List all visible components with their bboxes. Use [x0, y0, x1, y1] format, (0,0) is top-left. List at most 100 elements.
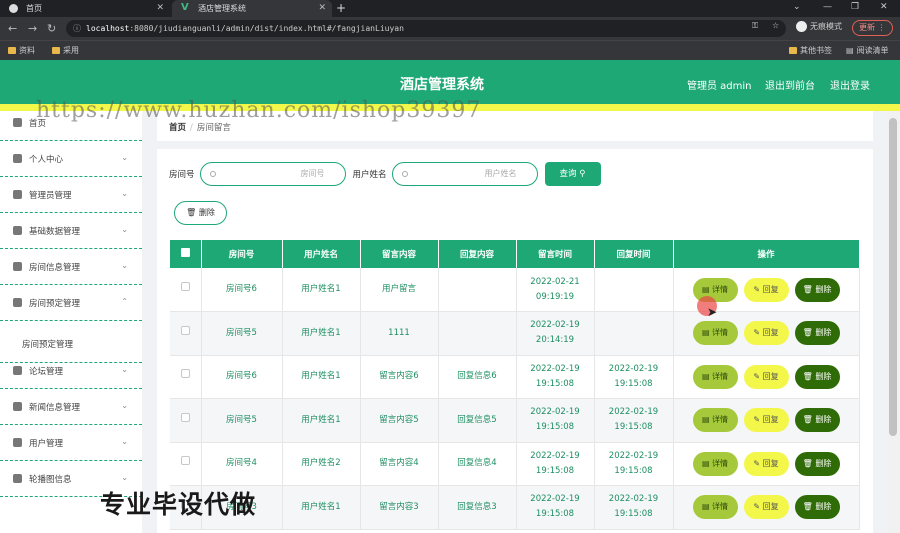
restore-icon[interactable]: ❐ — [851, 2, 859, 12]
delete-button[interactable]: 🗑 删除 — [794, 495, 840, 520]
delete-button[interactable]: 🗑 删除 — [794, 364, 840, 389]
detail-button[interactable]: ▤ 详情 — [692, 408, 738, 433]
detail-label: 详情 — [712, 502, 729, 512]
row-select-cell[interactable] — [170, 355, 202, 399]
column-header: 回复内容 — [438, 240, 517, 268]
trash-icon: 🗑 — [802, 415, 813, 425]
edit-icon: ✎ — [753, 328, 761, 338]
row-select-cell[interactable] — [170, 311, 202, 356]
sidebar-item-users[interactable]: 用户管理 ⌄ — [0, 425, 142, 461]
row-select-cell[interactable] — [170, 398, 202, 443]
delete-label: 删除 — [815, 502, 832, 512]
back-icon[interactable]: ← — [8, 22, 17, 35]
actions-cell: ▤ 详情 ✎ 回复 🗑 删除 — [673, 398, 860, 443]
key-icon[interactable]: ⚿ — [752, 21, 758, 31]
detail-label: 详情 — [712, 415, 729, 425]
new-tab-icon[interactable]: + — [336, 1, 346, 15]
user-search-input[interactable]: 用户姓名 — [391, 162, 538, 186]
url-watermark: https://www.huzhan.com/ishop39397 — [36, 98, 482, 123]
forward-icon[interactable]: → — [28, 22, 37, 35]
table-row: 房间号5 用户姓名1 留言内容5 回复信息5 2022-02-19 19:15:08 20… — [170, 398, 860, 443]
sidebar-item-reservations[interactable]: 房间预定管理 ⌃ — [0, 285, 142, 321]
close-icon[interactable]: ✕ — [156, 3, 164, 13]
edit-icon: ✎ — [753, 415, 761, 425]
query-button[interactable]: 查询 ⚲ — [544, 162, 601, 186]
url-input[interactable]: ⓘ localhost:8080/jiudianguanli/admin/dis… — [66, 20, 786, 37]
reload-icon[interactable]: ↻ — [47, 22, 56, 35]
window-close-icon[interactable]: ✕ — [880, 2, 888, 12]
location-icon — [13, 298, 22, 307]
row-checkbox[interactable] — [180, 456, 190, 466]
scrollbar-thumb[interactable] — [889, 118, 897, 436]
reply-button[interactable]: ✎ 回复 — [743, 408, 789, 433]
minimize-icon[interactable]: — — [823, 2, 832, 12]
row-checkbox[interactable] — [180, 369, 190, 379]
admin-label: 管理员 admin — [687, 81, 752, 92]
browser-tab-home[interactable]: 首页 ✕ — [0, 0, 170, 17]
delete-label: 删除 — [815, 458, 832, 468]
sidebar-item-basic-data[interactable]: 基础数据管理 ⌄ — [0, 213, 142, 249]
delete-button[interactable]: 🗑 删除 — [794, 408, 840, 433]
message-cell: 留言内容5 — [360, 398, 439, 443]
room-search-input[interactable]: 房间号 — [199, 162, 346, 186]
detail-button[interactable]: ▤ 详情 — [692, 451, 738, 476]
row-select-cell[interactable] — [170, 442, 202, 486]
room-cell: 房间号6 — [201, 355, 283, 399]
edit-icon: ✎ — [753, 502, 761, 512]
detail-icon: ▤ — [701, 458, 710, 468]
sidebar-item-rooms[interactable]: 房间信息管理 ⌄ — [0, 249, 142, 285]
delete-label: 删除 — [198, 208, 215, 217]
update-button[interactable]: 更新 ⋮ — [852, 20, 893, 36]
bookmark-folder[interactable]: 采用 — [52, 45, 79, 56]
row-checkbox[interactable] — [180, 412, 190, 422]
sidebar-item-forum[interactable]: 论坛管理 ⌄ — [0, 353, 142, 389]
detail-icon: ▤ — [701, 284, 710, 294]
bookmark-folder[interactable]: 资料 — [8, 45, 35, 56]
bulk-delete-button[interactable]: 🗑 删除 — [174, 201, 227, 225]
delete-button[interactable]: 🗑 删除 — [794, 451, 840, 476]
row-actions: ▤ 详情 ✎ 回复 🗑 删除 — [674, 451, 859, 476]
room-placeholder: 房间号 — [300, 169, 325, 178]
breadcrumb-home[interactable]: 首页 — [169, 123, 186, 133]
sidebar-item-news[interactable]: 新闻信息管理 ⌄ — [0, 389, 142, 425]
detail-button[interactable]: ▤ 详情 — [692, 321, 738, 346]
incognito-indicator[interactable]: 无痕模式 — [796, 21, 842, 32]
detail-icon: ▤ — [701, 502, 710, 512]
breadcrumb-separator: / — [190, 123, 193, 133]
delete-button[interactable]: 🗑 删除 — [794, 277, 840, 302]
trash-icon: 🗑 — [802, 371, 813, 381]
breadcrumb-current: 房间留言 — [196, 123, 231, 133]
reply-button[interactable]: ✎ 回复 — [743, 277, 789, 302]
detail-button[interactable]: ▤ 详情 — [692, 495, 738, 520]
bookmark-folder[interactable]: 其他书签 — [789, 45, 832, 56]
close-icon[interactable]: ✕ — [318, 3, 326, 13]
row-checkbox[interactable] — [180, 325, 190, 335]
delete-label: 删除 — [815, 371, 832, 381]
bookmark-label: 资料 — [19, 46, 35, 55]
row-select-cell[interactable] — [170, 268, 202, 312]
star-icon[interactable]: ☆ — [772, 21, 779, 30]
reading-list[interactable]: ▤ 阅读清单 — [846, 45, 889, 56]
tab-search-icon[interactable]: ⌄ — [793, 2, 801, 12]
delete-button[interactable]: 🗑 删除 — [794, 321, 840, 346]
main-content: 首页 / 房间留言 房间号 房间号 用户姓名 用户姓名 查询 ⚲ 🗑 删除 房间号 … — [142, 111, 900, 533]
reply-cell — [438, 311, 517, 356]
reply-button[interactable]: ✎ 回复 — [743, 495, 789, 520]
search-icon — [209, 171, 216, 177]
browser-tab-hotel[interactable]: V 酒店管理系统 ✕ — [172, 0, 332, 17]
logout-link[interactable]: 退出登录 — [830, 77, 870, 92]
reply-button[interactable]: ✎ 回复 — [743, 321, 789, 346]
sidebar-item-profile[interactable]: 个人中心 ⌄ — [0, 141, 142, 177]
back-to-front-link[interactable]: 退出到前台 — [765, 77, 815, 92]
select-all-cell[interactable] — [170, 240, 202, 268]
select-all-checkbox[interactable] — [180, 248, 190, 257]
reply-button[interactable]: ✎ 回复 — [743, 451, 789, 476]
detail-icon: ▤ — [701, 328, 710, 338]
row-checkbox[interactable] — [180, 282, 190, 291]
detail-button[interactable]: ▤ 详情 — [692, 364, 738, 389]
detail-label: 详情 — [712, 284, 729, 294]
sidebar-item-admins[interactable]: 管理员管理 ⌄ — [0, 177, 142, 213]
delete-label: 删除 — [815, 284, 832, 294]
reply-button[interactable]: ✎ 回复 — [743, 364, 789, 389]
message-time-cell: 2022-02-19 19:15:08 — [516, 485, 595, 530]
